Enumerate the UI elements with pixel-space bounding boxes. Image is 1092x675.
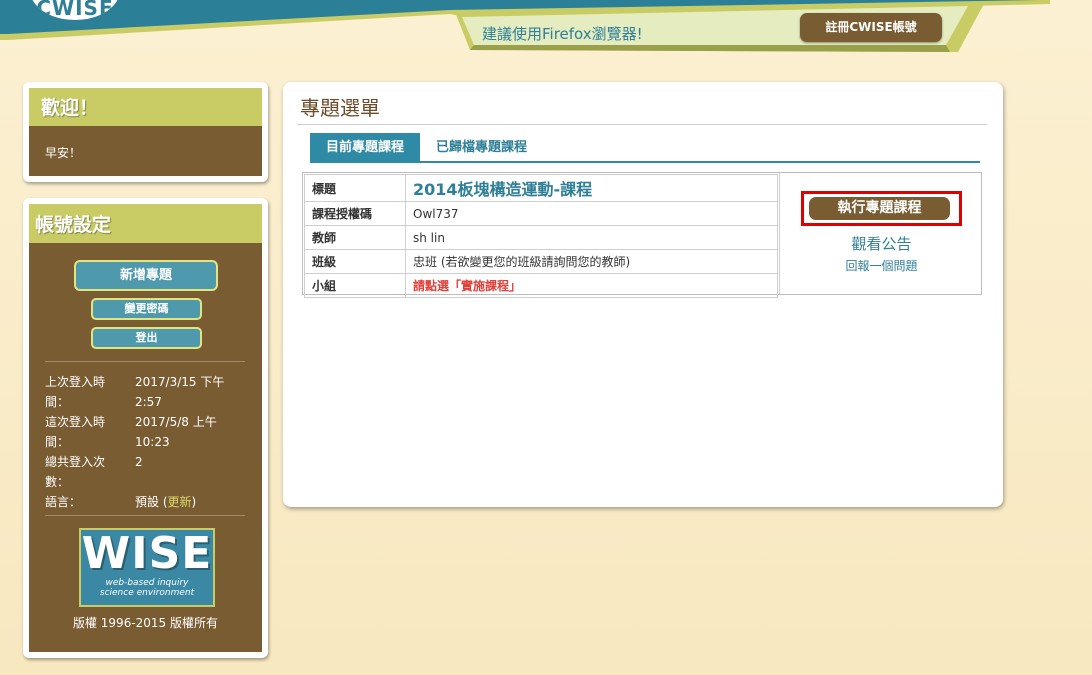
row-value: 2014板塊構造運動-課程 (405, 174, 778, 202)
teacher-value: sh lin (405, 225, 778, 250)
cwise-logo[interactable]: CWISE (30, 0, 120, 20)
project-menu-panel: 專題選單 目前專題課程 已歸檔專題課程 標題 2014板塊構造運動-課程 課程授… (283, 82, 1003, 507)
table-row: 課程授權碼 Owl737 (304, 201, 778, 226)
run-project-button[interactable]: 執行專題課程 (809, 197, 950, 220)
language-value: 預設 (135, 495, 160, 509)
report-problem-link[interactable]: 回報一個問題 (780, 257, 983, 274)
last-login-label: 上次登入時間： (45, 375, 106, 409)
account-body: 帳號設定 新增專題 變更密碼 登出 上次登入時間： 2017/3/15 下午 2… (29, 204, 262, 652)
row-label: 小組 (304, 273, 406, 298)
access-code-value: Owl737 (405, 201, 778, 226)
total-logins-value: 2 (135, 455, 143, 469)
table-row: 標題 2014板塊構造運動-課程 (304, 174, 778, 202)
site-header: CWISE 建議使用Firefox瀏覽器! 註冊CWISE帳號 (0, 0, 1092, 60)
table-row: 教師 sh lin (304, 225, 778, 250)
copyright-text: 版權 1996-2015 版權所有 (72, 616, 219, 630)
row-label: 班級 (304, 249, 406, 274)
language-label: 語言： (45, 495, 82, 509)
change-password-button[interactable]: 變更密碼 (91, 298, 202, 320)
view-announcements-link[interactable]: 觀看公告 (780, 233, 983, 254)
welcome-title: 歡迎！ (29, 88, 262, 126)
tab-underline (310, 161, 980, 163)
row-label: 教師 (304, 225, 406, 250)
this-login-row: 這次登入時間： 2017/5/8 上午 10:23 (45, 412, 255, 452)
logout-button[interactable]: 登出 (91, 327, 202, 349)
welcome-body: 歡迎！ 早安！ (29, 88, 262, 176)
project-title-link[interactable]: 2014板塊構造運動-課程 (413, 180, 592, 199)
total-logins-row: 總共登入次數： 2 (45, 452, 255, 492)
language-value-wrap: 預設 (更新) (135, 495, 197, 509)
language-row: 語言： 預設 (更新) (45, 492, 255, 512)
run-button-highlight: 執行專題課程 (801, 191, 962, 226)
logo-text: CWISE (36, 0, 114, 20)
wise-badge-text: WISE (81, 528, 213, 579)
wise-badge-tagline-2: science environment (99, 588, 195, 598)
class-value: 忠班 (若欲變更您的班級請詢問您的教師) (405, 249, 778, 274)
last-login-value: 2017/3/15 下午 2:57 (135, 375, 225, 409)
account-title: 帳號設定 (29, 204, 262, 243)
browser-recommendation: 建議使用Firefox瀏覽器! (482, 25, 643, 43)
project-details-table: 標題 2014板塊構造運動-課程 課程授權碼 Owl737 教師 sh lin … (304, 174, 778, 298)
wise-logo-badge[interactable]: WISE web-based inquiry science environme… (79, 528, 215, 607)
page-title: 專題選單 (300, 96, 380, 120)
last-login-row: 上次登入時間： 2017/3/15 下午 2:57 (45, 372, 255, 412)
tab-archived-projects[interactable]: 已歸檔專題課程 (436, 133, 527, 163)
table-row: 小組 請點選「實施課程」 (304, 273, 778, 298)
welcome-greeting: 早安！ (45, 146, 82, 160)
this-login-value: 2017/5/8 上午 10:23 (135, 415, 217, 449)
project-actions: 執行專題課程 觀看公告 回報一個問題 (779, 173, 983, 294)
login-info: 上次登入時間： 2017/3/15 下午 2:57 這次登入時間： 2017/5… (45, 372, 255, 512)
divider (45, 361, 245, 362)
wise-badge-tagline-1: web-based inquiry (105, 578, 189, 588)
title-divider (297, 124, 987, 125)
language-update-link[interactable]: 更新 (168, 495, 192, 509)
table-row: 班級 忠班 (若欲變更您的班級請詢問您的教師) (304, 249, 778, 274)
divider (45, 515, 245, 516)
tab-current-projects[interactable]: 目前專題課程 (310, 133, 420, 163)
group-prompt: 請點選「實施課程」 (413, 279, 522, 293)
total-logins-label: 總共登入次數： (45, 455, 106, 489)
account-settings-panel: 帳號設定 新增專題 變更密碼 登出 上次登入時間： 2017/3/15 下午 2… (23, 198, 268, 658)
row-label: 課程授權碼 (304, 201, 406, 226)
project-card: 標題 2014板塊構造運動-課程 課程授權碼 Owl737 教師 sh lin … (302, 172, 983, 298)
new-project-button[interactable]: 新增專題 (74, 260, 218, 291)
welcome-panel: 歡迎！ 早安！ (23, 82, 268, 182)
group-value-cell: 請點選「實施課程」 (405, 273, 778, 298)
row-label: 標題 (304, 174, 406, 202)
register-account-button[interactable]: 註冊CWISE帳號 (800, 13, 942, 42)
this-login-label: 這次登入時間： (45, 415, 106, 449)
